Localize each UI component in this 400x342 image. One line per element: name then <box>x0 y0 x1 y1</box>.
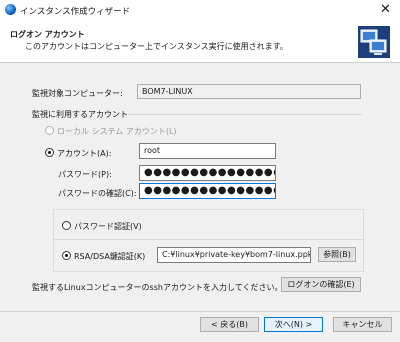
window-title: インスタンス作成ウィザード <box>20 7 131 17</box>
target-computer-field: BOM7-LINUX <box>137 84 361 99</box>
rsa-auth-label: RSA/DSA鍵認証(K) <box>74 252 146 261</box>
key-path-input[interactable]: C:¥linux¥private-key¥bom7-linux.ppk <box>157 247 311 263</box>
confirm-password-input[interactable]: ●●●●●●●●●●●●●●●● <box>139 183 276 199</box>
password-auth-label: パスワード認証(V) <box>74 222 142 231</box>
browse-button[interactable]: 参照(B) <box>318 247 356 262</box>
password-auth-radio[interactable] <box>62 221 71 230</box>
target-computer-label: 監視対象コンピューター: <box>32 89 123 98</box>
cancel-button[interactable]: キャンセル <box>333 317 392 332</box>
auth-divider <box>53 239 364 240</box>
account-radio[interactable] <box>45 148 54 157</box>
back-button[interactable]: < 戻る(B) <box>200 317 259 332</box>
page-subtitle: このアカウントはコンピューター上でインスタンス実行に使用されます。 <box>25 42 288 51</box>
password-input[interactable]: ●●●●●●●●●●●●●●●● <box>139 165 276 181</box>
page-title: ログオン アカウント <box>10 30 85 39</box>
confirm-password-label: パスワードの確認(C): <box>58 189 137 198</box>
section-divider <box>128 114 362 115</box>
check-logon-button[interactable]: ログオンの確認(E) <box>281 277 361 292</box>
password-label: パスワード(P): <box>58 170 112 179</box>
account-input[interactable]: root <box>139 143 276 159</box>
close-icon[interactable]: ✕ <box>380 2 391 17</box>
local-system-radio[interactable] <box>45 126 54 135</box>
computers-network-icon <box>358 26 390 58</box>
rsa-auth-radio[interactable] <box>62 251 71 260</box>
account-section-label: 監視に利用するアカウント <box>32 110 128 119</box>
account-label: アカウント(A): <box>57 149 112 158</box>
ssh-hint-text: 監視するLinuxコンピューターのsshアカウントを入力してください。 <box>32 283 283 292</box>
next-button[interactable]: 次へ(N) > <box>264 317 323 332</box>
globe-icon <box>5 4 16 15</box>
local-system-label: ローカル システム アカウント(L) <box>57 127 177 136</box>
